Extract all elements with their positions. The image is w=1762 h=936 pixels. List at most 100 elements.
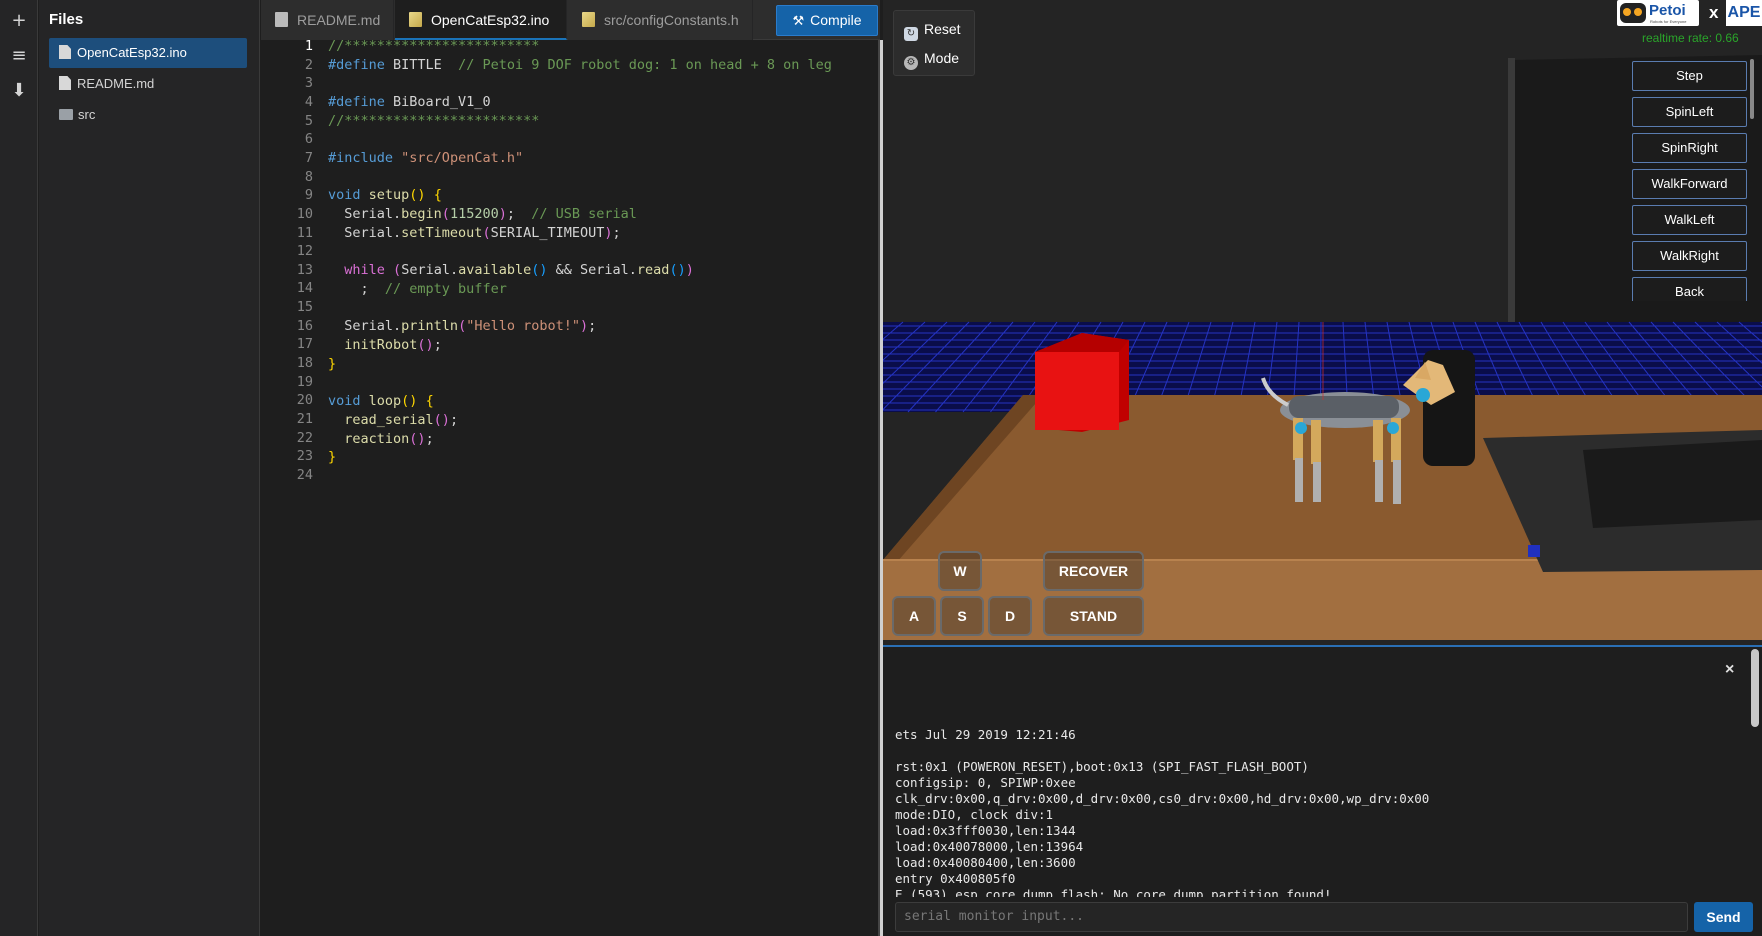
line-number: 13 <box>296 261 313 278</box>
line-number: 18 <box>296 355 313 372</box>
code-line: reaction(); <box>344 431 434 447</box>
logo-separator: x <box>1709 3 1719 22</box>
serial-log-line: clk_drv:0x00,q_drv:0x00,d_drv:0x00,cs0_d… <box>895 791 1430 806</box>
owl-logo-icon <box>1620 3 1646 23</box>
code-file-icon <box>582 12 595 27</box>
stand-button[interactable]: STAND <box>1043 596 1144 636</box>
serial-log-line: E (593) esp_core_dump_flash: No core dum… <box>895 887 1332 897</box>
file-item-opencatesp32[interactable]: OpenCatEsp32.ino <box>49 38 247 68</box>
menu-icon[interactable]: ≡ <box>0 45 38 66</box>
action-spinleft-button[interactable]: SpinLeft <box>1632 97 1747 127</box>
logo-tagline: Robots for Everyone <box>1650 19 1687 24</box>
file-item-label: src <box>78 107 96 122</box>
action-step-button[interactable]: Step <box>1632 61 1747 91</box>
serial-log-line: rst:0x1 (POWERON_RESET),boot:0x13 (SPI_F… <box>895 759 1309 774</box>
key-s-button[interactable]: S <box>940 596 984 636</box>
line-number: 8 <box>304 168 313 185</box>
serial-log-line: load:0x40078000,len:13964 <box>895 839 1084 854</box>
key-w-button[interactable]: W <box>938 551 982 591</box>
tab-opencatesp32[interactable]: OpenCatEsp32.ino <box>395 0 567 40</box>
key-d-button[interactable]: D <box>988 596 1032 636</box>
mode-button[interactable]: ⚙ Mode <box>904 45 959 71</box>
action-spinright-button[interactable]: SpinRight <box>1632 133 1747 163</box>
line-number: 3 <box>304 75 313 92</box>
action-walkright-button[interactable]: WalkRight <box>1632 241 1747 271</box>
file-item-label: OpenCatEsp32.ino <box>77 45 187 60</box>
line-number: 15 <box>296 299 313 316</box>
mode-label: Mode <box>924 50 960 66</box>
serial-log-line: load:0x3fff0030,len:1344 <box>895 823 1076 838</box>
reset-icon: ↻ <box>904 27 918 41</box>
send-button[interactable]: Send <box>1694 902 1753 932</box>
download-icon[interactable]: ⬇ <box>0 80 38 101</box>
line-number: 20 <box>296 392 313 409</box>
code-line: #define BiBoard_V1_0 <box>328 94 491 110</box>
code-line: Serial.println("Hello robot!"); <box>328 318 597 334</box>
serial-monitor: × ets Jul 29 2019 12:21:46 rst:0x1 (POWE… <box>883 645 1762 936</box>
code-line: read_serial(); <box>344 412 459 428</box>
hammer-icon: ⚒ <box>792 13 805 28</box>
line-number: 9 <box>304 187 313 204</box>
tab-label: src/configConstants.h <box>604 12 739 28</box>
file-icon <box>59 45 71 59</box>
sim-button-group: ↻ Reset ⚙ Mode <box>893 10 975 76</box>
line-number: 19 <box>296 373 313 390</box>
tab-readme[interactable]: README.md <box>261 0 394 40</box>
code-line: initRobot(); <box>344 337 442 353</box>
app-window: + ≡ ⬇ Files OpenCatEsp32.ino README.md s… <box>0 0 1762 936</box>
line-number: 11 <box>296 224 313 241</box>
action-back-button[interactable]: Back <box>1632 277 1747 301</box>
serial-scrollbar[interactable] <box>1751 649 1759 727</box>
key-a-button[interactable]: A <box>892 596 936 636</box>
serial-log-line: mode:DIO, clock div:1 <box>895 807 1054 822</box>
document-icon <box>275 12 288 27</box>
code-line: } <box>328 449 337 465</box>
serial-log-line: configsip: 0, SPIWP:0xee <box>895 775 1076 790</box>
line-number: 7 <box>304 149 313 166</box>
action-list-scrollbar[interactable] <box>1750 59 1754 119</box>
folder-item-src[interactable]: src <box>49 100 247 130</box>
petoi-logo: Petoi Robots for Everyone <box>1617 0 1699 26</box>
compile-button[interactable]: ⚒ Compile <box>776 5 878 36</box>
realtime-rate: realtime rate: 0.66 <box>1642 31 1739 45</box>
file-item-label: README.md <box>77 76 155 91</box>
serial-log-line: entry 0x400805f0 <box>895 871 1016 886</box>
code-line: Serial.begin(115200); // USB serial <box>328 206 637 222</box>
file-item-readme[interactable]: README.md <box>49 69 247 99</box>
line-number: 2 <box>304 56 313 73</box>
code-line: while (Serial.available() && Serial.read… <box>344 262 694 278</box>
reset-label: Reset <box>924 21 961 37</box>
code-line: Serial.setTimeout(SERIAL_TIMEOUT); <box>328 225 621 241</box>
line-number: 4 <box>304 93 313 110</box>
activity-rail: + ≡ ⬇ <box>0 0 38 936</box>
line-number: 14 <box>296 280 313 297</box>
files-panel: Files OpenCatEsp32.ino README.md src <box>39 0 260 936</box>
tab-configconstants[interactable]: src/configConstants.h <box>568 0 753 40</box>
tab-label: OpenCatEsp32.ino <box>431 12 550 28</box>
code-line: #define BITTLE // Petoi 9 DOF robot dog:… <box>328 57 832 73</box>
line-number: 23 <box>296 448 313 465</box>
line-number: 24 <box>296 466 313 483</box>
close-icon[interactable]: × <box>1725 661 1734 679</box>
line-number: 6 <box>304 131 313 148</box>
action-walkforward-button[interactable]: WalkForward <box>1632 169 1747 199</box>
code-line: #include "src/OpenCat.h" <box>328 150 524 166</box>
code-editor[interactable]: 1 2 3 4 5 6 7 8 9 10 11 12 13 14 15 16 17 18 19 20 21 22 23 24 … <box>261 38 878 936</box>
reset-button[interactable]: ↻ Reset <box>904 16 961 42</box>
code-line: void setup() { <box>328 187 442 203</box>
add-icon[interactable]: + <box>0 10 38 31</box>
serial-input[interactable]: serial monitor input... <box>895 902 1688 932</box>
action-walkleft-button[interactable]: WalkLeft <box>1632 205 1747 235</box>
line-number: 22 <box>296 429 313 446</box>
serial-log-line <box>895 743 1735 759</box>
brand-logo: Petoi Robots for Everyone x APE <box>1617 0 1762 28</box>
code-file-icon <box>409 12 422 27</box>
recover-button[interactable]: RECOVER <box>1043 551 1144 591</box>
folder-icon <box>59 109 73 120</box>
ape-logo: APE <box>1726 0 1762 26</box>
serial-log: ets Jul 29 2019 12:21:46 rst:0x1 (POWERO… <box>895 727 1735 897</box>
line-number: 1 <box>304 38 313 54</box>
action-list: Step SpinLeft SpinRight WalkForward Walk… <box>1630 55 1756 301</box>
logo-brand-text: Petoi <box>1649 2 1686 19</box>
code-line: ; // empty buffer <box>328 281 507 297</box>
